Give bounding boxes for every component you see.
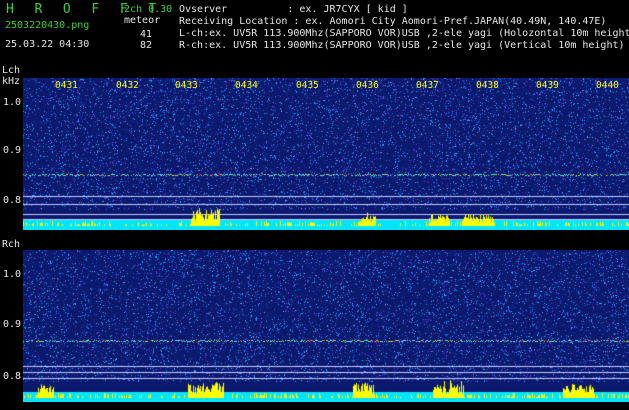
lch-spectrogram — [23, 78, 629, 230]
rch-setup-line: R-ch:ex. UV5R 113.900Mhz(SAPPORO VOR)USB… — [179, 40, 625, 51]
hroft-window: H R O F F T 2503220430.png 25.03.22 04:3… — [0, 0, 629, 410]
rch-spectrogram-canvas — [23, 250, 629, 402]
observer-line: Ovserver : ex. JR7CYX [ kid ] — [179, 4, 408, 15]
time-tick-0435: 0435 — [296, 80, 319, 91]
time-tick-0431: 0431 — [55, 80, 78, 91]
time-tick-0439: 0439 — [536, 80, 559, 91]
mode-label: 2ch 0.30 — [124, 4, 173, 15]
lch-setup-line: L-ch:ex. UV5R 113.900Mhz(SAPPORO VOR)USB… — [179, 28, 629, 39]
capture-datetime: 25.03.22 04:30 — [5, 39, 90, 50]
time-tick-0434: 0434 — [235, 80, 258, 91]
rch-ytick-0-9: 0.9 — [3, 319, 22, 330]
lch-ytick-1-0: 1.0 — [3, 97, 22, 108]
rch-ytick-0-8: 0.8 — [3, 371, 22, 382]
lch-ytick-0-9: 0.9 — [3, 145, 22, 156]
location-line: Receiving Location : ex. Aomori City Aom… — [179, 16, 607, 27]
rch-ytick-1-0: 1.0 — [3, 269, 22, 280]
time-tick-0440: 0440 — [596, 80, 619, 91]
lch-unit-label: kHz — [2, 76, 21, 87]
meteor-label: meteor — [124, 15, 161, 26]
lch-channel-label: Lch — [2, 65, 21, 76]
time-tick-0433: 0433 — [175, 80, 198, 91]
lch-spectrogram-canvas — [23, 78, 629, 230]
time-tick-0437: 0437 — [416, 80, 439, 91]
time-tick-0432: 0432 — [116, 80, 139, 91]
time-tick-0436: 0436 — [356, 80, 379, 91]
rch-channel-label: Rch — [2, 239, 21, 250]
lch-ytick-0-8: 0.8 — [3, 195, 22, 206]
rch-spectrogram — [23, 250, 629, 402]
time-tick-0438: 0438 — [476, 80, 499, 91]
meteor-count-lch: 41 — [140, 29, 153, 40]
meteor-count-rch: 82 — [140, 40, 153, 51]
filename: 2503220430.png — [5, 20, 90, 31]
